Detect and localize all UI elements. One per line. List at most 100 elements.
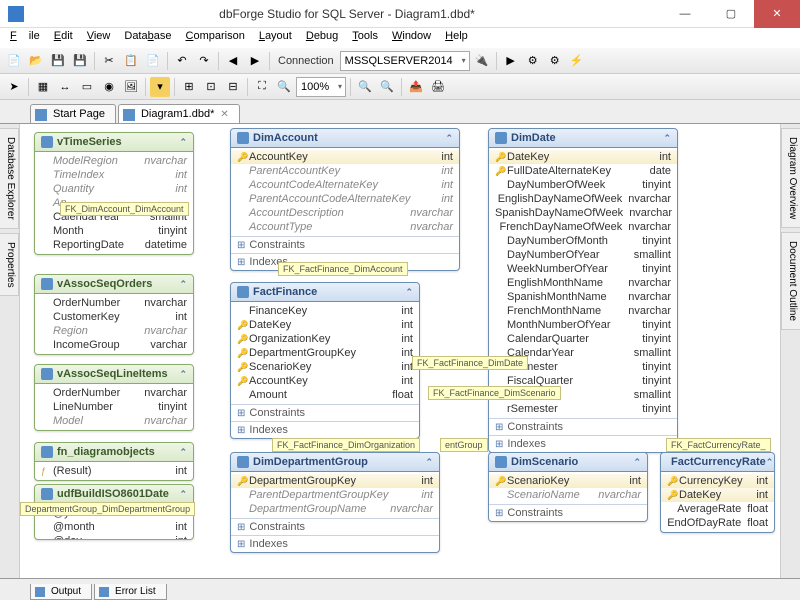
collapse-icon[interactable]: ⌃ [179, 279, 187, 290]
relation-button[interactable]: ↔ [55, 77, 75, 97]
column-row[interactable]: 🔑ScenarioKeyint [231, 360, 419, 374]
entity-header[interactable]: vAssocSeqLineItems⌃ [35, 365, 193, 384]
column-row[interactable]: SpanishDayNameOfWeeknvarchar [489, 206, 677, 220]
column-row[interactable]: OrderNumbernvarchar [35, 386, 193, 400]
column-row[interactable]: ParentDepartmentGroupKeyint [231, 488, 439, 502]
menu-window[interactable]: Window [386, 28, 437, 48]
zoomin-button[interactable]: 🔍 [355, 77, 375, 97]
fk-label[interactable]: DepartmentGroup_DimDepartmentGroup [20, 502, 195, 516]
menu-layout[interactable]: Layout [253, 28, 298, 48]
entity-header[interactable]: vTimeSeries⌃ [35, 133, 193, 152]
nav-fwd-button[interactable]: ▶ [245, 51, 265, 71]
column-row[interactable]: DayNumberOfMonthtinyint [489, 234, 677, 248]
column-row[interactable]: Quantityint [35, 182, 193, 196]
entity-header[interactable]: FactCurrencyRate⌃ [661, 453, 774, 472]
pointer-button[interactable]: ➤ [4, 77, 24, 97]
collapse-icon[interactable]: ⌃ [663, 133, 671, 144]
entity-FactFinance[interactable]: FactFinance⌃FinanceKeyint🔑DateKeyint🔑Org… [230, 282, 420, 439]
column-row[interactable]: CalendarQuartertinyint [489, 332, 677, 346]
column-row[interactable]: LineNumbertinyint [35, 400, 193, 414]
entity-header[interactable]: fn_diagramobjects⌃ [35, 443, 193, 462]
constraints-section[interactable]: Constraints [489, 418, 677, 435]
fit-button[interactable]: ⛶ [252, 77, 272, 97]
column-row[interactable]: ParentAccountCodeAlternateKeyint [231, 192, 459, 206]
entity-vTimeSeries[interactable]: vTimeSeries⌃ModelRegionnvarcharTimeIndex… [34, 132, 194, 255]
column-row[interactable]: 🔑AccountKeyint [231, 150, 459, 164]
column-row[interactable]: Monthtinyint [35, 224, 193, 238]
entity-DimScenario[interactable]: DimScenario⌃🔑ScenarioKeyintScenarioNamen… [488, 452, 648, 522]
column-row[interactable]: ParentAccountKeyint [231, 164, 459, 178]
indexes-section[interactable]: Indexes [489, 435, 677, 452]
column-row[interactable]: FinanceKeyint [231, 304, 419, 318]
close-icon[interactable]: ✕ [220, 109, 228, 120]
image-button[interactable]: 🖼 [121, 77, 141, 97]
column-row[interactable]: 🔑ScenarioKeyint [489, 474, 647, 488]
entity-header[interactable]: vAssocSeqOrders⌃ [35, 275, 193, 294]
fk-label[interactable]: FK_FactFinance_DimOrganization [272, 438, 420, 452]
database-explorer-tab[interactable]: Database Explorer [0, 128, 19, 229]
column-row[interactable]: WeekNumberOfYeartinyint [489, 262, 677, 276]
column-row[interactable]: rSemestertinyint [489, 402, 677, 416]
save-button[interactable]: 💾 [48, 51, 68, 71]
entity-DimAccount[interactable]: DimAccount⌃ 🔑AccountKeyintParentAccountKe… [230, 128, 460, 271]
column-row[interactable]: 🔑DepartmentGroupKeyint [231, 474, 439, 488]
error-list-tab[interactable]: Error List [94, 584, 167, 600]
entity-DimDepartmentGroup[interactable]: DimDepartmentGroup⌃🔑DepartmentGroupKeyin… [230, 452, 440, 553]
open-button[interactable]: 📂 [26, 51, 46, 71]
column-row[interactable]: AccountCodeAlternateKeyint [231, 178, 459, 192]
collapse-icon[interactable]: ⌃ [179, 137, 187, 148]
note-button[interactable]: ▭ [77, 77, 97, 97]
column-row[interactable]: FrenchDayNameOfWeeknvarchar [489, 220, 677, 234]
properties-tab[interactable]: Properties [0, 233, 19, 297]
tool-button-3[interactable]: ⚡ [567, 51, 587, 71]
column-row[interactable]: Amountfloat [231, 388, 419, 402]
color-button[interactable]: ▾ [150, 77, 170, 97]
maximize-button[interactable]: ▢ [708, 0, 754, 28]
paste-button[interactable]: 📄 [143, 51, 163, 71]
column-row[interactable]: ReportingDatedatetime [35, 238, 193, 252]
column-row[interactable]: ƒ(Result)int [35, 464, 193, 478]
indexes-section[interactable]: Indexes [231, 421, 419, 438]
collapse-icon[interactable]: ⌃ [179, 489, 187, 500]
column-row[interactable]: DayNumberOfYearsmallint [489, 248, 677, 262]
column-row[interactable]: CustomerKeyint [35, 310, 193, 324]
fk-label[interactable]: FK_DimAccount_DimAccount [60, 202, 189, 216]
entity-header[interactable]: DimScenario⌃ [489, 453, 647, 472]
column-row[interactable]: Regionnvarchar [35, 324, 193, 338]
column-row[interactable]: 🔑AccountKeyint [231, 374, 419, 388]
column-row[interactable]: 🔑CurrencyKeyint [661, 474, 774, 488]
tool-button-2[interactable]: ⚙ [545, 51, 565, 71]
connect-button[interactable]: 🔌 [472, 51, 492, 71]
column-row[interactable]: @dayint [35, 534, 193, 540]
entity-header[interactable]: FactFinance⌃ [231, 283, 419, 302]
minimize-button[interactable]: — [662, 0, 708, 28]
collapse-icon[interactable]: ⌃ [766, 457, 774, 468]
constraints-section[interactable]: Constraints [489, 504, 647, 521]
new-button[interactable]: 📄 [4, 51, 24, 71]
diagram-overview-tab[interactable]: Diagram Overview [781, 128, 800, 228]
menu-edit[interactable]: Edit [48, 28, 79, 48]
column-row[interactable]: 🔑DateKeyint [231, 318, 419, 332]
constraints-section[interactable]: Constraints [231, 518, 439, 535]
nav-back-button[interactable]: ◀ [223, 51, 243, 71]
column-row[interactable]: AccountTypenvarchar [231, 220, 459, 234]
tab-start-page[interactable]: Start Page [30, 104, 116, 123]
column-row[interactable]: EndOfDayRatefloat [661, 516, 774, 530]
entity-fn_diagramobjects[interactable]: fn_diagramobjects⌃ ƒ(Result)int [34, 442, 194, 481]
column-row[interactable]: 🔑DateKeyint [489, 150, 677, 164]
fk-label[interactable]: FK_FactFinance_DimAccount [278, 262, 408, 276]
zoomout-button[interactable]: 🔍 [377, 77, 397, 97]
column-row[interactable]: Modelnvarchar [35, 414, 193, 428]
column-row[interactable]: 🔑FullDateAlternateKeydate [489, 164, 677, 178]
cut-button[interactable]: ✂ [99, 51, 119, 71]
stamp-button[interactable]: ◉ [99, 77, 119, 97]
collapse-icon[interactable]: ⌃ [179, 369, 187, 380]
column-row[interactable]: AverageRatefloat [661, 502, 774, 516]
entity-header[interactable]: DimDate⌃ [489, 129, 677, 148]
entity-header[interactable]: DimAccount⌃ [231, 129, 459, 148]
group-button[interactable]: ⊡ [201, 77, 221, 97]
menu-database[interactable]: Database [118, 28, 177, 48]
menu-tools[interactable]: Tools [346, 28, 384, 48]
entity-FactCurrencyRate[interactable]: FactCurrencyRate⌃🔑CurrencyKeyint🔑DateKey… [660, 452, 775, 533]
fk-label[interactable]: FK_FactFinance_DimDate [412, 356, 528, 370]
